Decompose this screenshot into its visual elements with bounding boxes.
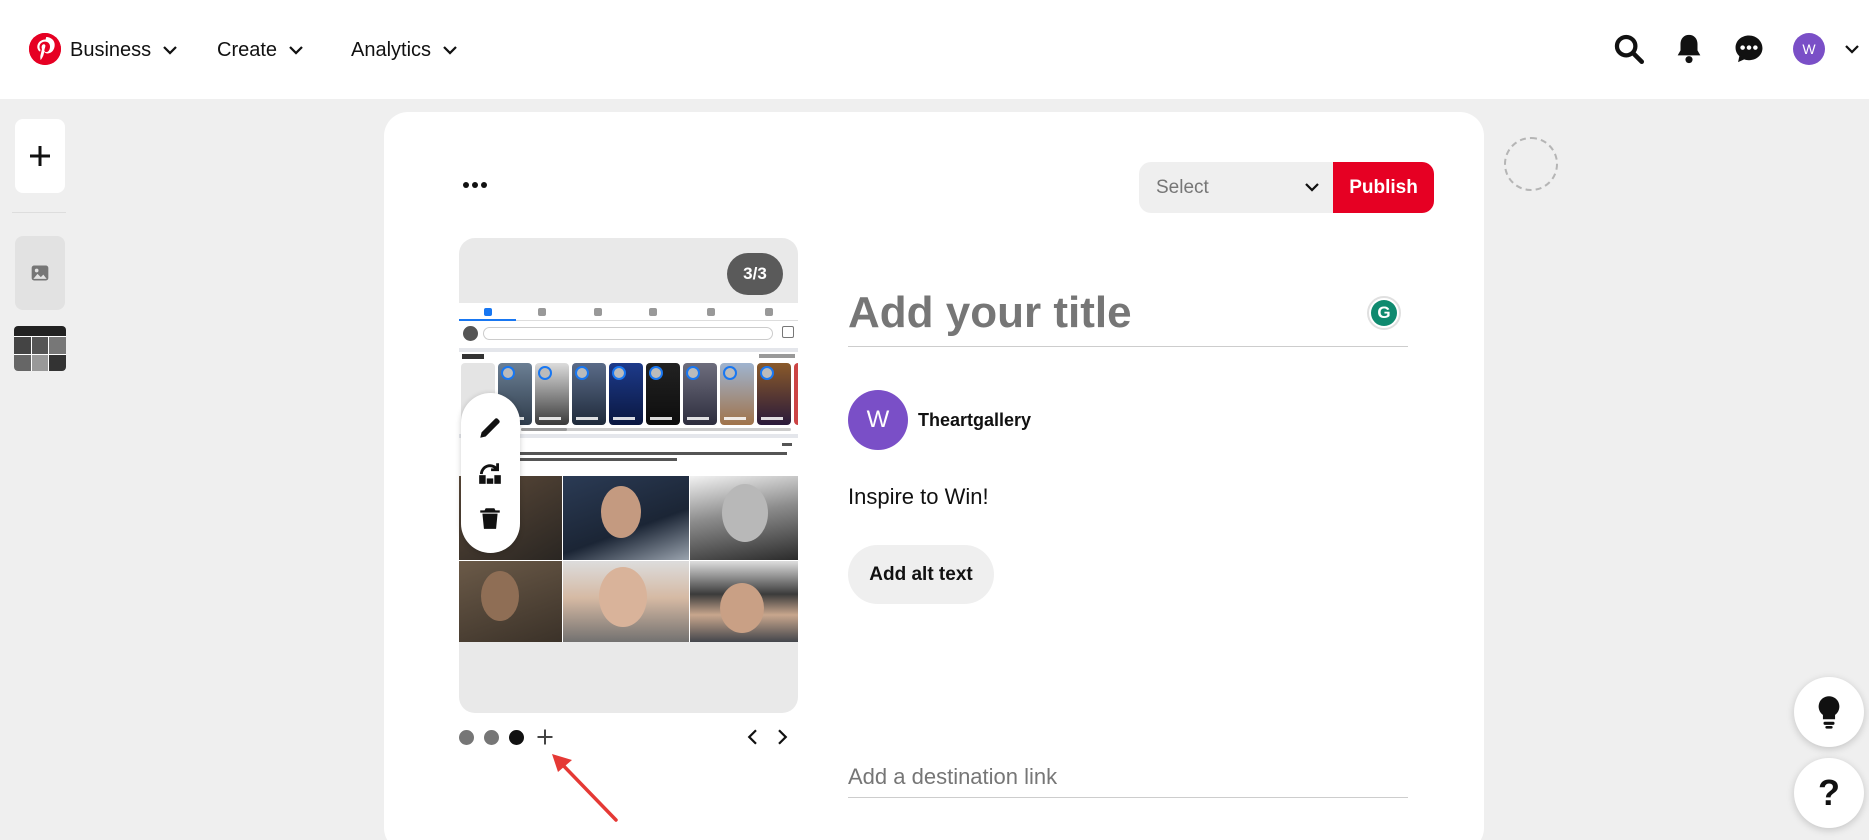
annotation-arrow-icon bbox=[552, 754, 618, 822]
nav-analytics-label: Analytics bbox=[351, 38, 432, 61]
chevron-down-icon bbox=[1305, 183, 1319, 192]
chevron-down-icon bbox=[443, 46, 457, 55]
chevron-right-icon[interactable] bbox=[773, 728, 791, 746]
draft-thumbnail[interactable] bbox=[14, 326, 66, 371]
pinterest-logo-icon[interactable] bbox=[29, 33, 61, 65]
loading-spinner bbox=[1504, 137, 1558, 191]
add-slide-plus-icon[interactable] bbox=[535, 727, 555, 747]
create-new-pin-button[interactable] bbox=[15, 119, 65, 193]
chevron-down-icon bbox=[163, 46, 177, 55]
destination-link-input[interactable] bbox=[848, 756, 1408, 798]
edit-pencil-icon[interactable] bbox=[477, 415, 503, 441]
grammarly-letter: G bbox=[1371, 300, 1397, 326]
slide-dot-3[interactable] bbox=[509, 730, 524, 745]
pin-description[interactable]: Inspire to Win! bbox=[848, 484, 989, 510]
messages-icon[interactable] bbox=[1732, 32, 1766, 66]
image-icon bbox=[31, 265, 49, 281]
add-alt-text-button[interactable]: Add alt text bbox=[848, 545, 994, 604]
plus-icon bbox=[30, 146, 50, 166]
bell-icon[interactable] bbox=[1672, 32, 1706, 66]
board-select-label: Select bbox=[1156, 176, 1209, 198]
help-button[interactable]: ? bbox=[1794, 758, 1864, 828]
draft-image-button[interactable] bbox=[15, 236, 65, 310]
chevron-down-icon[interactable] bbox=[1843, 40, 1861, 58]
account-avatar[interactable]: W bbox=[1793, 33, 1825, 65]
profile-username: Theartgallery bbox=[918, 410, 1032, 430]
slide-dot-2[interactable] bbox=[484, 730, 499, 745]
profile-avatar: W bbox=[848, 390, 908, 450]
nav-analytics[interactable]: Analytics bbox=[351, 36, 459, 64]
lightbulb-icon bbox=[1818, 696, 1840, 729]
publish-button[interactable]: Publish bbox=[1333, 162, 1434, 213]
nav-business[interactable]: Business bbox=[70, 36, 179, 64]
slide-dot-1[interactable] bbox=[459, 730, 474, 745]
slide-counter: 3/3 bbox=[727, 253, 783, 295]
top-nav: Business Create Analytics W bbox=[0, 0, 1869, 99]
title-input[interactable] bbox=[848, 279, 1408, 347]
more-options-icon[interactable] bbox=[462, 178, 488, 192]
chevron-down-icon bbox=[289, 46, 303, 55]
rail-divider bbox=[12, 212, 66, 213]
tips-button[interactable] bbox=[1794, 677, 1864, 747]
nav-business-label: Business bbox=[70, 38, 152, 61]
grammarly-icon[interactable]: G bbox=[1367, 296, 1401, 330]
board-select[interactable]: Select bbox=[1139, 162, 1333, 213]
trash-icon[interactable] bbox=[477, 505, 503, 531]
replace-media-icon[interactable] bbox=[477, 460, 503, 486]
help-question-label: ? bbox=[1818, 772, 1840, 813]
nav-create-label: Create bbox=[217, 38, 278, 61]
search-icon[interactable] bbox=[1612, 32, 1646, 66]
media-toolbar bbox=[461, 393, 520, 553]
chevron-left-icon[interactable] bbox=[744, 728, 762, 746]
nav-create[interactable]: Create bbox=[217, 36, 305, 64]
